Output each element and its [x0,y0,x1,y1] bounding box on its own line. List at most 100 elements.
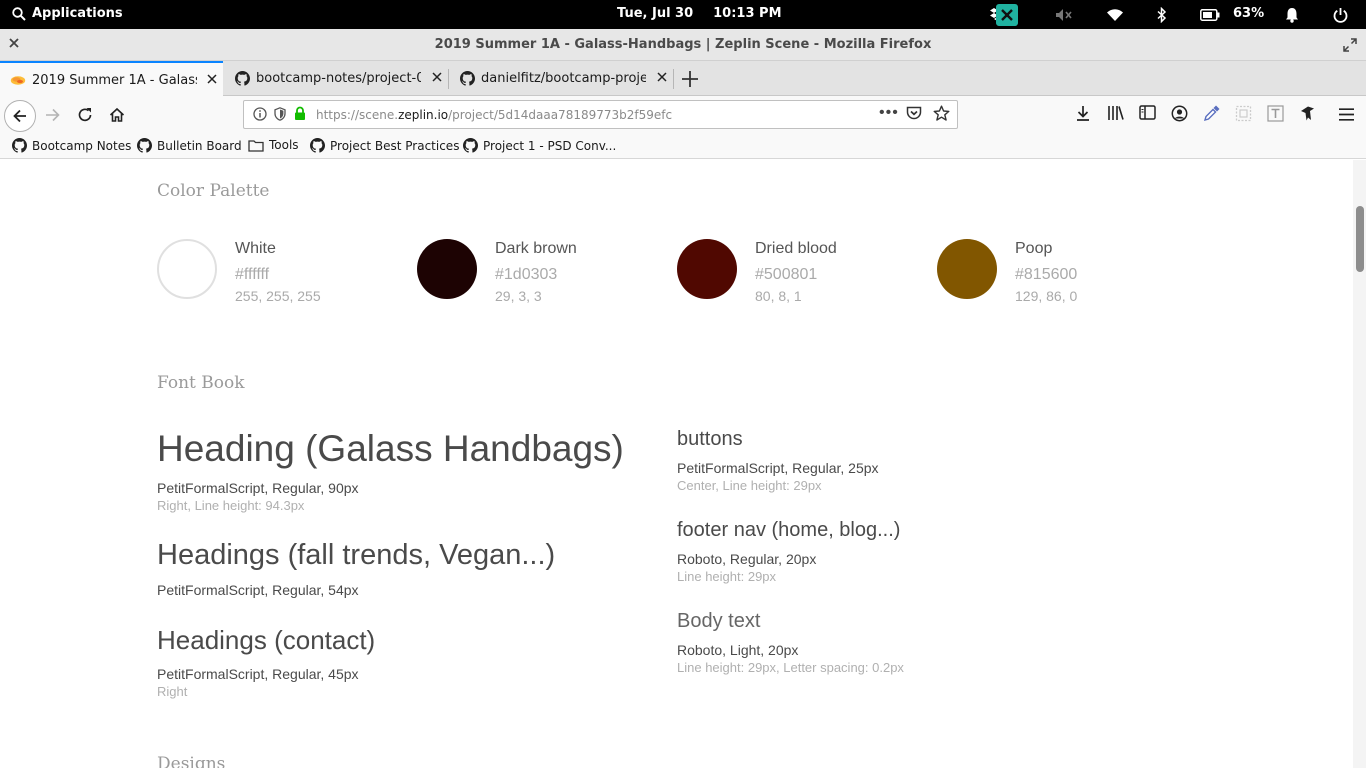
home-icon[interactable] [109,107,125,123]
pocket-icon[interactable] [906,106,922,121]
page-scrollbar[interactable] [1353,160,1366,768]
tracking-shield-icon[interactable] [274,107,286,121]
close-tab-icon[interactable] [207,74,217,84]
tab-bootcamp-project[interactable]: danielfitz/bootcamp-project-1 [448,61,673,96]
font-style-name[interactable]: Headings (contact) [157,625,375,656]
navigation-toolbar: https://scene.zeplin.io/project/5d14daaa… [0,96,1366,134]
bookmark-project-best-practices[interactable]: Project Best Practices [310,138,459,153]
color-name: Dried blood [755,240,837,257]
back-button[interactable] [4,100,36,132]
close-tab-icon[interactable] [657,72,667,82]
downloads-icon[interactable] [1075,105,1091,122]
font-style-spec[interactable]: PetitFormalScript, Regular, 54px [157,582,359,598]
app-indicator-icon[interactable] [996,3,1018,26]
bookmarks-toolbar: Bootcamp Notes Bulletin Board Tools Proj… [0,134,1366,159]
battery-percentage: 63% [1233,6,1265,21]
font-style-name[interactable]: Heading (Galass Handbags) [157,428,624,470]
forward-icon[interactable] [45,108,61,122]
folder-icon [248,139,264,152]
sidebar-icon[interactable] [1139,105,1156,120]
font-style-spec[interactable]: Roboto, Regular, 20px [677,551,816,567]
github-icon [137,138,152,153]
url-path: /project/5d14daaa78189773b2f59efc [448,108,673,122]
extension-icon[interactable] [1299,105,1316,122]
system-top-bar: Applications Tue, Jul 30 10:13 PM 63% [0,0,1366,29]
font-style-spec[interactable]: Roboto, Light, 20px [677,642,798,658]
url-scheme: https://scene. [316,108,399,122]
color-name: Dark brown [495,240,577,257]
restore-window-icon[interactable] [1343,38,1357,52]
new-tab-plus-icon[interactable] [681,70,699,88]
bookmark-bulletin-board[interactable]: Bulletin Board [137,138,242,153]
tab-strip: 2019 Summer 1A - Galass-Handbags bootcam… [0,61,1366,97]
font-style-meta: Right, Line height: 94.3px [157,498,305,513]
zeplin-favicon-icon [10,74,26,86]
font-style-spec[interactable]: PetitFormalScript, Regular, 25px [677,460,879,476]
font-style-meta: Right [157,684,188,699]
github-icon [12,138,27,153]
color-swatch-dried-blood[interactable] [677,239,737,299]
url-host: zeplin.io [398,108,449,122]
wifi-icon[interactable] [1106,0,1124,29]
page-content: Color Palette White #ffffff 255, 255, 25… [0,160,1366,768]
account-icon[interactable] [1171,105,1188,122]
url-text[interactable]: https://scene.zeplin.io/project/5d14daaa… [316,108,672,122]
color-swatch-white[interactable] [157,239,217,299]
color-hex[interactable]: #1d0303 [495,266,557,284]
applications-label: Applications [32,6,123,21]
color-swatch-poop[interactable] [937,239,997,299]
font-style-name[interactable]: buttons [677,428,743,451]
color-swatch-dark-brown[interactable] [417,239,477,299]
text-tool-icon[interactable] [1267,105,1284,122]
color-rgb[interactable]: 29, 3, 3 [495,288,542,304]
battery-icon[interactable] [1200,0,1220,29]
bookmark-tools-folder[interactable]: Tools [248,138,299,152]
lock-icon[interactable] [294,106,306,121]
font-book-title: Font Book [157,373,245,393]
color-hex[interactable]: #ffffff [235,266,269,284]
window-title: 2019 Summer 1A - Galass-Handbags | Zepli… [434,37,932,52]
github-icon [310,138,325,153]
eyedropper-icon[interactable] [1203,105,1220,122]
info-icon[interactable] [253,107,267,121]
font-style-spec[interactable]: PetitFormalScript, Regular, 90px [157,480,359,496]
font-style-spec[interactable]: PetitFormalScript, Regular, 45px [157,666,359,682]
color-rgb[interactable]: 255, 255, 255 [235,288,321,304]
reload-icon[interactable] [77,107,93,123]
library-icon[interactable] [1107,105,1125,121]
volume-muted-icon[interactable] [1055,0,1073,29]
bookmark-label: Bootcamp Notes [32,138,132,153]
clock[interactable]: Tue, Jul 30 10:13 PM [617,6,782,21]
color-rgb[interactable]: 129, 86, 0 [1015,288,1077,304]
bookmark-label: Project Best Practices [330,138,460,153]
color-palette-title: Color Palette [157,181,270,201]
power-icon[interactable] [1333,0,1348,29]
page-actions-menu-icon[interactable]: ••• [879,104,899,122]
hamburger-menu-icon[interactable] [1339,108,1354,121]
date-text: Tue, Jul 30 [617,6,694,21]
bluetooth-icon[interactable] [1157,0,1167,29]
color-hex[interactable]: #815600 [1015,266,1077,284]
close-tab-icon[interactable] [432,72,442,82]
notification-bell-icon[interactable] [1285,0,1299,29]
color-hex[interactable]: #500801 [755,266,817,284]
bookmark-project-1[interactable]: Project 1 - PSD Conv... [463,138,616,153]
bookmark-star-icon[interactable] [933,105,950,122]
url-bar[interactable]: https://scene.zeplin.io/project/5d14daaa… [243,100,958,129]
bookmark-bootcamp-notes[interactable]: Bootcamp Notes [12,138,131,153]
applications-menu[interactable]: Applications [12,6,123,21]
color-rgb[interactable]: 80, 8, 1 [755,288,802,304]
font-style-name[interactable]: Body text [677,610,760,633]
tab-bootcamp-notes[interactable]: bootcamp-notes/project-01.md [223,61,448,96]
font-style-meta: Center, Line height: 29px [677,478,822,493]
github-icon [235,71,250,86]
font-style-meta: Line height: 29px, Letter spacing: 0.2px [677,660,904,675]
color-name: Poop [1015,240,1053,257]
scrollbar-thumb[interactable] [1356,206,1364,272]
font-style-name[interactable]: footer nav (home, blog...) [677,519,900,542]
tab-label: 2019 Summer 1A - Galass-Handbags [32,72,197,88]
extension-disabled-icon[interactable] [1235,105,1252,122]
bookmark-label: Project 1 - PSD Conv... [483,138,617,153]
font-style-name[interactable]: Headings (fall trends, Vegan...) [157,539,555,572]
tab-zeplin[interactable]: 2019 Summer 1A - Galass-Handbags [0,61,223,97]
